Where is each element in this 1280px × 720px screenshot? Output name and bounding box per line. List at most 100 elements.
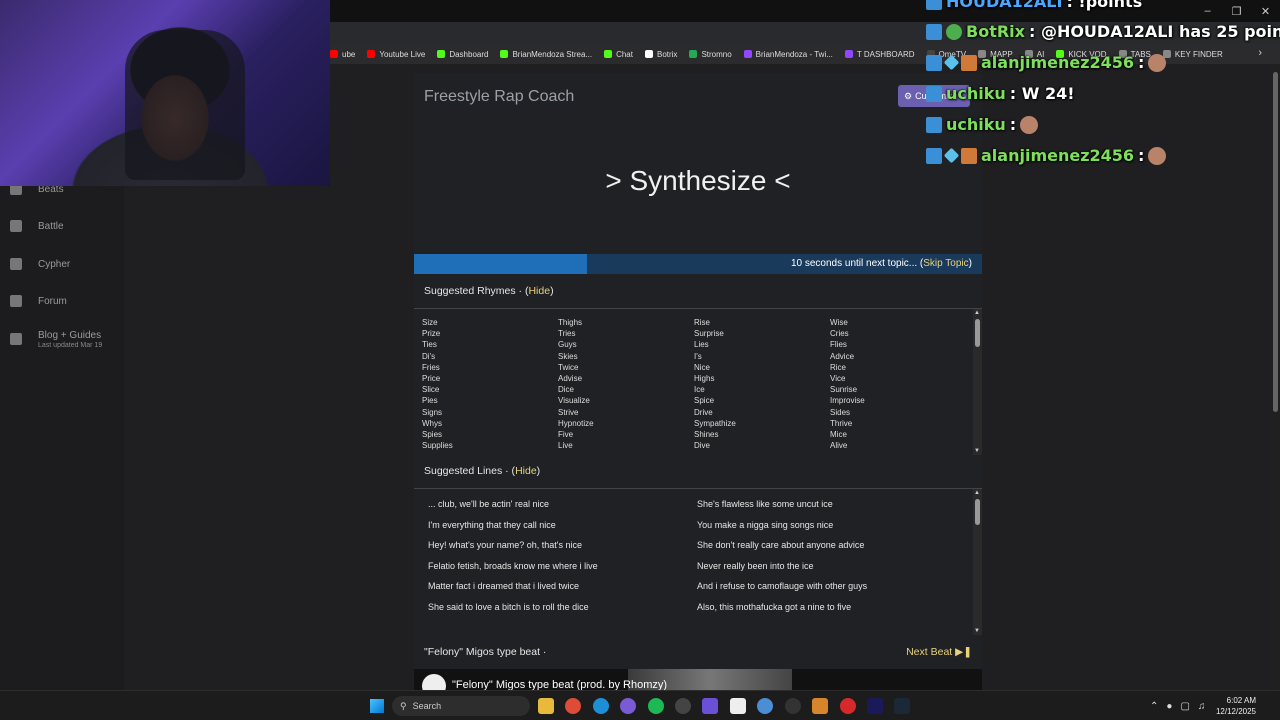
bookmark-item[interactable]: Botrix: [644, 50, 677, 59]
lines-scrollbar[interactable]: ▲ ▼: [973, 489, 982, 635]
app-icon[interactable]: [757, 698, 773, 714]
search-icon: ⚲: [400, 700, 407, 711]
bookmark-item[interactable]: Chat: [604, 50, 633, 59]
spotify-icon[interactable]: [648, 698, 664, 714]
rhyme-word: Skies: [558, 351, 578, 361]
rhyme-word: Tries: [558, 329, 576, 339]
rhyme-word: Pies: [422, 396, 438, 406]
rhyme-word: Dice: [558, 385, 575, 395]
creative-cloud-icon[interactable]: [840, 698, 856, 714]
bookmark-item[interactable]: Youtube Live: [367, 50, 425, 59]
audition-icon[interactable]: [867, 698, 883, 714]
chevron-right-icon[interactable]: ›: [1258, 47, 1262, 59]
chat-bubbles-icon: [10, 295, 22, 307]
taskbar-search[interactable]: ⚲ Search: [392, 696, 530, 716]
restore-icon[interactable]: ❐: [1222, 0, 1251, 22]
progress-fill: [414, 254, 588, 274]
hide-rhymes-link[interactable]: Hide: [528, 285, 550, 297]
rhyme-word: Signs: [422, 407, 443, 417]
rhyme-word: Alive: [830, 441, 848, 451]
sidebar-item-label: Forum: [38, 295, 67, 307]
bookmark-item[interactable]: OmeTV: [926, 50, 966, 59]
scroll-down-icon[interactable]: ▼: [974, 448, 980, 454]
webcam-overlay: [0, 0, 330, 186]
suggested-line: ... club, we'll be actin' real nice: [428, 499, 549, 509]
bookmark-item[interactable]: AI: [1024, 50, 1044, 59]
bookmarks-bar: ube Youtube Live Dashboard BrianMendoza Str…: [330, 44, 1280, 64]
4k-downloader-icon[interactable]: [785, 698, 801, 714]
gears-icon: ⚙: [904, 90, 913, 101]
hide-lines-link[interactable]: Hide: [515, 465, 537, 477]
suggested-line: She don't really care about anyone advic…: [697, 540, 865, 550]
sidebar-item-label: Cypher: [38, 258, 71, 270]
bookmark-item[interactable]: TABS: [1118, 50, 1151, 59]
skip-topic-link[interactable]: Skip Topic: [923, 258, 968, 269]
rhyme-word: Guys: [558, 340, 577, 350]
bookmark-item[interactable]: Stromno: [689, 50, 732, 59]
bookmark-item[interactable]: BrianMendoza Strea...: [500, 50, 592, 59]
chevron-up-icon[interactable]: ⌃: [1150, 701, 1158, 712]
bookmark-favicon-icon: [978, 50, 987, 58]
display-icon[interactable]: ▢: [1180, 701, 1189, 712]
windows-start-icon[interactable]: [370, 699, 384, 713]
suggested-line: And i refuse to camoflauge with other gu…: [697, 581, 868, 591]
suggested-line: She's flawless like some uncut ice: [697, 499, 833, 509]
sidebar-item-cypher[interactable]: Cypher: [0, 247, 124, 281]
rhyme-word: Sunrise: [830, 385, 858, 395]
app-grid-icon[interactable]: [702, 698, 718, 714]
rhyme-word: Spice: [694, 396, 715, 406]
page-scrollbar[interactable]: [1270, 64, 1280, 690]
video-title[interactable]: "Felony" Migos type beat (prod. by Rhomz…: [452, 679, 667, 690]
bookmark-item[interactable]: BrianMendoza - Twi...: [743, 50, 833, 59]
rhyme-word: Cries: [830, 329, 849, 339]
scroll-up-icon[interactable]: ▲: [974, 310, 980, 316]
rhymes-scrollbar[interactable]: ▲ ▼: [973, 309, 982, 455]
microphone-icon[interactable]: ●: [1166, 701, 1172, 712]
rhyme-word: Di's: [422, 351, 436, 361]
rhyme-word: Rise: [694, 318, 711, 327]
chrome-icon[interactable]: [565, 698, 581, 714]
rhyme-word: Prize: [422, 329, 441, 339]
close-icon[interactable]: ✕: [1251, 0, 1280, 22]
discord-icon[interactable]: [620, 698, 636, 714]
bookmark-item[interactable]: ube: [330, 50, 355, 59]
rhyme-word: Rice: [830, 362, 847, 372]
bookmark-item[interactable]: KICK VOD: [1056, 50, 1107, 59]
volume-icon[interactable]: ♫: [1198, 701, 1206, 712]
taskbar-clock[interactable]: 6:02 AM 12/12/2025: [1216, 695, 1256, 717]
folder-app-icon[interactable]: [812, 698, 828, 714]
rhyme-word: Mice: [830, 430, 847, 440]
bookmark-item[interactable]: MAPP: [978, 50, 1013, 59]
suggested-line: She said to love a bitch is to roll the …: [428, 601, 589, 612]
bookmark-favicon-icon: [1118, 50, 1127, 58]
bookmark-item[interactable]: Dashboard: [437, 50, 488, 59]
scrollbar-thumb[interactable]: [975, 499, 980, 525]
customize-button[interactable]: ⚙ Customize: [898, 85, 970, 107]
minimize-icon[interactable]: –: [1193, 0, 1222, 22]
rhyme-word: Size: [422, 318, 438, 327]
bookmark-item[interactable]: KEY FINDER: [1162, 50, 1223, 59]
progress-text: 10 seconds until next topic... (Skip Top…: [790, 258, 972, 269]
scrollbar-thumb[interactable]: [975, 319, 980, 347]
taskbar: ⚲ Search ⌃ ● ▢ ♫ 6:02 AM 12/12/2025: [0, 690, 1280, 720]
scroll-down-icon[interactable]: ▼: [974, 628, 980, 634]
file-explorer-icon[interactable]: [538, 698, 554, 714]
scrollbar-thumb[interactable]: [1273, 72, 1278, 412]
edge-icon[interactable]: [593, 698, 609, 714]
steam-icon[interactable]: [894, 698, 910, 714]
obs-icon[interactable]: [675, 698, 691, 714]
sidebar-item-forum[interactable]: Forum: [0, 284, 124, 318]
rhyme-word: Whys: [422, 418, 442, 428]
next-beat-button[interactable]: Next Beat ▶❚: [906, 646, 972, 658]
capcut-icon[interactable]: [730, 698, 746, 714]
suggested-line: Also, this mothafucka got a nine to five: [697, 601, 852, 612]
scroll-up-icon[interactable]: ▲: [974, 490, 980, 496]
bookmark-favicon-icon: [500, 50, 509, 58]
rhyme-word: Shines: [694, 430, 719, 440]
bookmark-item[interactable]: T DASHBOARD: [844, 50, 915, 59]
suggested-line: Never really been into the ice: [697, 560, 814, 571]
sidebar-item-battle[interactable]: Battle: [0, 209, 124, 243]
sidebar-item-blog-guides[interactable]: Blog + Guides Last updated Mar 19: [0, 322, 124, 356]
beat-video-player[interactable]: "Felony" Migos type beat (prod. by Rhomz…: [414, 669, 982, 690]
rhyme-word: I's: [694, 351, 702, 361]
